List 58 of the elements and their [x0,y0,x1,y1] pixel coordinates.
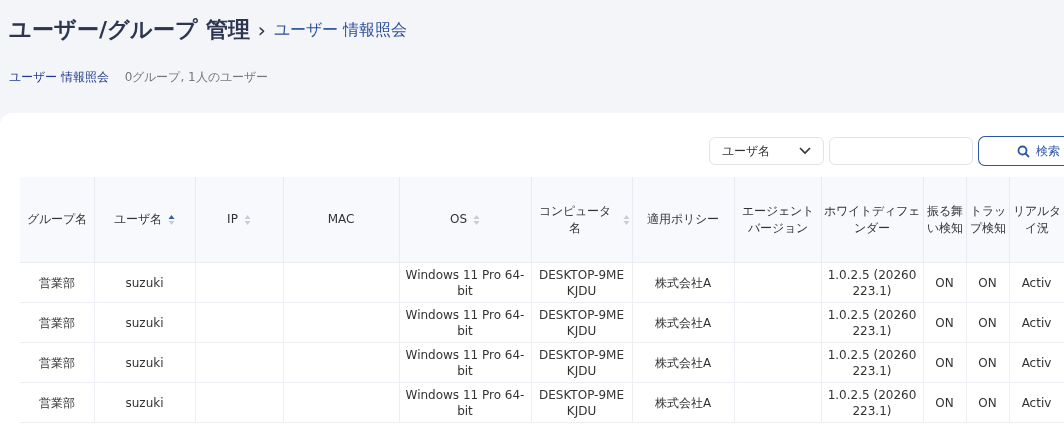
table-cell: ON [966,382,1009,423]
table-cell: DESKTOP-9MEKJDU [531,302,632,343]
chevron-down-icon [799,147,811,155]
table-cell: ON [966,262,1009,303]
table-cell: 株式会社A [632,382,734,423]
search-field[interactable] [829,137,973,165]
page-title: ユーザー/グループ 管理 [9,16,250,44]
table-cell: Activ [1009,262,1064,303]
table-cell: ON [923,302,966,343]
table-cell: Windows 11 Pro 64-bit [399,342,531,383]
table-cell: 1.0.2.5 (20260223.1) [821,382,923,423]
column-header: グループ名 [20,177,94,263]
table-cell: ON [923,262,966,303]
table-cell: 営業部 [20,262,94,303]
search-icon [1017,144,1030,158]
table-cell: 1.0.2.5 (20260223.1) [821,342,923,383]
table-cell: suzuki [94,342,195,383]
column-header[interactable]: ユーザ名 [94,177,195,263]
table-cell: suzuki [94,302,195,343]
breadcrumb-separator: › [257,18,266,42]
summary-text: 0グループ, 1人のユーザー [124,69,268,86]
table-cell: 1.0.2.5 (20260223.1) [821,302,923,343]
breadcrumb-current[interactable]: ユーザー 情報照会 [273,19,407,41]
table-cell: Windows 11 Pro 64-bit [399,382,531,423]
column-header[interactable]: コンピュータ名 [531,177,632,263]
table-cell: 株式会社A [632,342,734,383]
column-header: MAC [283,177,399,263]
table-cell: suzuki [94,382,195,423]
table-cell: 営業部 [20,342,94,383]
table-cell: Windows 11 Pro 64-bit [399,262,531,303]
column-header: 適用ポリシー [632,177,734,263]
table-cell: 株式会社A [632,302,734,343]
table-cell: Activ [1009,342,1064,383]
column-header: ホワイトディフェンダー [821,177,923,263]
table-cell: suzuki [94,262,195,303]
table-cell: Activ [1009,302,1064,343]
table-cell: 株式会社A [632,262,734,303]
table-cell: ON [923,342,966,383]
table-cell: Windows 11 Pro 64-bit [399,302,531,343]
table-cell: 営業部 [20,382,94,423]
table-cell: DESKTOP-9MEKJDU [531,382,632,423]
table-cell: Activ [1009,382,1064,423]
table-cell: ON [923,382,966,423]
search-button[interactable]: 検索 [978,136,1064,166]
table-cell: 営業部 [20,302,94,343]
table-cell: ON [966,302,1009,343]
column-header: リアルタイ況 [1009,177,1064,263]
table-cell: DESKTOP-9MEKJDU [531,342,632,383]
table-cell: ON [966,342,1009,383]
section-label: ユーザー 情報照会 [9,69,109,86]
column-header: 振る舞い検知 [923,177,966,263]
field-select[interactable]: ユーザ名 [709,137,824,165]
column-header[interactable]: IP [195,177,283,263]
table-cell: DESKTOP-9MEKJDU [531,262,632,303]
column-header[interactable]: OS [399,177,531,263]
table-cell: 1.0.2.5 (20260223.1) [821,262,923,303]
column-header: トラップ検知 [966,177,1009,263]
column-header: エージェントバージョン [734,177,821,263]
